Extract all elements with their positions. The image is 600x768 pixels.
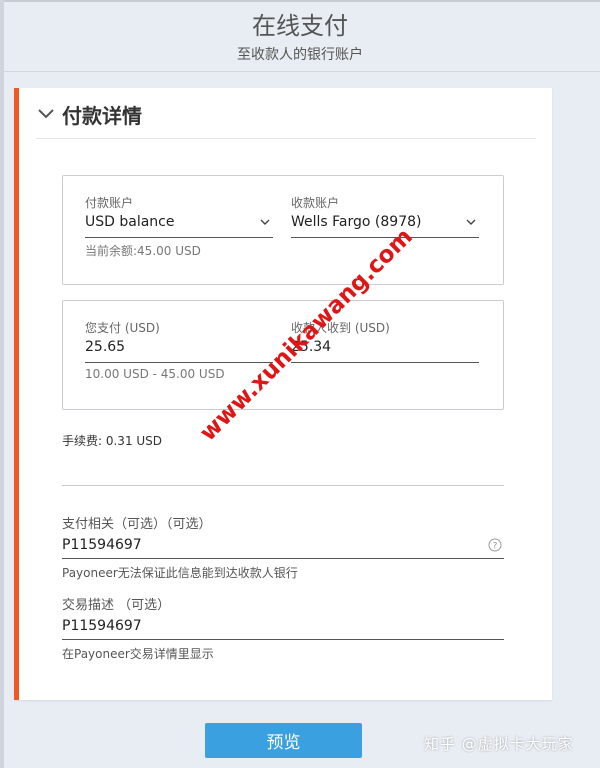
transaction-description-value: P11594697 xyxy=(62,618,142,634)
transaction-description-input[interactable]: P11594697 xyxy=(62,615,504,640)
you-pay-field: 您支付 (USD) 25.65 10.00 USD - 45.00 USD xyxy=(85,320,273,381)
chevron-down-icon[interactable] xyxy=(465,216,477,228)
payer-account-select[interactable]: USD balance xyxy=(85,211,273,238)
payer-account-field: 付款账户 USD balance 当前余额:45.00 USD xyxy=(85,195,273,259)
question-circle-icon[interactable]: ? xyxy=(488,538,502,552)
payment-reference-input[interactable]: P11594697 ? xyxy=(62,534,504,559)
payer-account-label: 付款账户 xyxy=(85,196,134,210)
payment-reference-hint: Payoneer无法保证此信息能到达收款人银行 xyxy=(62,566,298,580)
chevron-down-icon[interactable] xyxy=(36,104,56,124)
payee-account-select[interactable]: Wells Fargo (8978) xyxy=(291,211,479,238)
header-divider xyxy=(4,71,600,72)
payee-account-field: 收款账户 Wells Fargo (8978) xyxy=(291,195,479,238)
transaction-description-label: 交易描述 （可选） xyxy=(62,598,171,613)
section-title[interactable]: 付款详情 xyxy=(62,100,142,129)
chevron-down-icon[interactable] xyxy=(259,216,271,228)
payment-reference-field: 支付相关（可选）（可选） P11594697 ? Payoneer无法保证此信息… xyxy=(62,516,504,581)
transaction-description-field: 交易描述 （可选） P11594697 在Payoneer交易详情里显示 xyxy=(62,597,504,662)
fee-divider xyxy=(62,485,504,486)
you-pay-label: 您支付 (USD) xyxy=(85,321,160,335)
payer-account-value: USD balance xyxy=(85,214,175,230)
preview-button[interactable]: 预览 xyxy=(205,723,362,758)
window-left-border xyxy=(0,0,4,768)
you-pay-input[interactable]: 25.65 xyxy=(85,336,273,363)
card-accent-bar xyxy=(14,88,19,700)
svg-text:?: ? xyxy=(493,542,498,552)
payment-reference-value: P11594697 xyxy=(62,537,142,553)
fee-text: 手续费: 0.31 USD xyxy=(62,434,163,448)
payment-details-card: 付款详情 付款账户 USD balance 当前余额:45.00 USD 收款账… xyxy=(14,88,552,700)
window-top-border xyxy=(0,0,600,2)
page-title: 在线支付 xyxy=(252,12,348,40)
payee-account-label: 收款账户 xyxy=(291,196,340,210)
page-subtitle: 至收款人的银行账户 xyxy=(237,47,363,63)
corner-watermark: 知乎 @虚拟卡大玩家 xyxy=(424,735,574,753)
payment-reference-label: 支付相关（可选）（可选） xyxy=(62,517,212,532)
transaction-description-hint: 在Payoneer交易详情里显示 xyxy=(62,647,214,661)
current-balance-hint: 当前余额:45.00 USD xyxy=(85,244,201,258)
accounts-box: 付款账户 USD balance 当前余额:45.00 USD 收款账户 Wel… xyxy=(62,175,504,285)
section-divider xyxy=(36,138,536,139)
